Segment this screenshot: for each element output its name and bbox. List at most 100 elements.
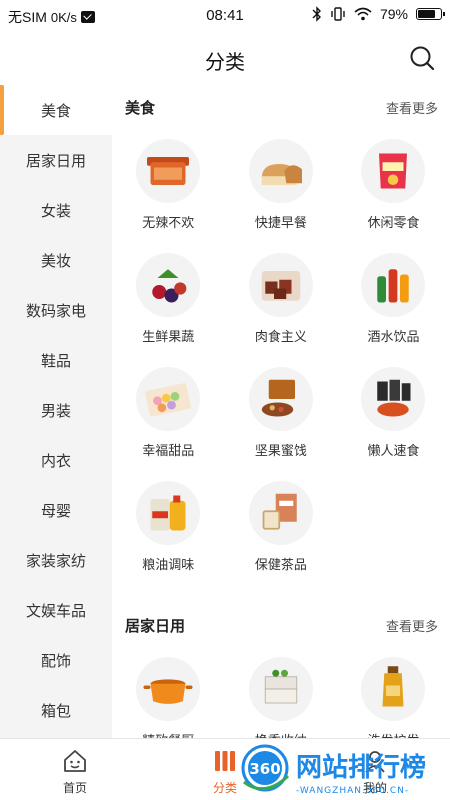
subcategory-grid: 精致餐厨 换季收纳 洗发护发: [112, 647, 450, 738]
subcategory-item[interactable]: 坚果蜜饯: [225, 357, 338, 471]
sidebar-item-label: 美食: [40, 102, 71, 120]
svg-text:-WANGZHAN.360.CN-: -WANGZHAN.360.CN-: [296, 786, 409, 796]
sidebar-item[interactable]: 居家日用: [0, 135, 112, 185]
sidebar-item-label: 女装: [40, 202, 71, 220]
pot-icon: [143, 679, 193, 704]
subcategory-label: 保健茶品: [254, 557, 307, 572]
section-header: 居家日用 查看更多: [112, 603, 450, 647]
battery-level: [418, 10, 435, 18]
sidebar-item-label: 配饰: [40, 652, 71, 670]
sidebar-item-label: 居家日用: [25, 152, 86, 170]
section-header: 美食 查看更多: [112, 85, 450, 129]
subcategory-panel: 美食 查看更多 无辣不欢快捷早餐 休闲零食生鲜果蔬 肉食主义 酒水饮品幸福甜品 坚果蜜饯 懒人…: [112, 85, 450, 738]
subcategory-label: 洗发护发: [367, 730, 419, 738]
battery-icon: [416, 8, 445, 20]
subcategory-thumbnail: [136, 253, 201, 317]
svg-text:网站排行榜: 网站排行榜: [296, 752, 426, 783]
category-sidebar: 美食居家日用女装美妆数码家电鞋品男装 内衣 母婴家装家纺文娱车品配饰箱包: [0, 85, 112, 738]
vibrate-icon: [331, 7, 345, 21]
sidebar-item-label: 数码家电: [25, 302, 86, 320]
subcategory-grid: 无辣不欢 快捷早餐 休闲零食生鲜果蔬 肉食主义 酒水饮品幸福甜品 坚果蜜饯 懒人速食粮油调味…: [112, 129, 450, 585]
bluetooth-icon: [312, 6, 321, 22]
sidebar-item[interactable]: 文娱车品: [0, 585, 112, 635]
subcategory-label: 酒水饮品: [367, 329, 420, 344]
subcategory-label: 休闲零食: [367, 215, 420, 230]
subcategory-thumbnail: [136, 367, 201, 431]
bread-icon: [261, 164, 302, 185]
subcategory-item[interactable]: 洗发护发: [337, 647, 450, 738]
sidebar-item[interactable]: 美食: [0, 85, 112, 135]
section-title: 居家日用: [125, 617, 186, 635]
subcategory-thumbnail: [136, 481, 201, 545]
subcategory-label: 精致餐厨: [142, 730, 194, 738]
sidebar-item[interactable]: 数码家电: [0, 285, 112, 335]
subcategory-item[interactable]: 无辣不欢: [112, 129, 225, 243]
sidebar-item[interactable]: 箱包: [0, 685, 112, 735]
subcategory-label: 肉食主义: [254, 329, 307, 344]
sidebar-item-label: 美妆: [40, 252, 71, 270]
subcategory-thumbnail: [361, 367, 426, 431]
subcategory-item[interactable]: 换季收纳: [225, 647, 338, 738]
subcategory-label: 换季收纳: [255, 730, 307, 738]
watermark-logo: 360 网站排行榜 -WANGZHAN.360.CN-: [241, 744, 426, 796]
sidebar-item[interactable]: 男装: [0, 385, 112, 435]
subcategory-item[interactable]: 精致餐厨: [112, 647, 225, 738]
subcategory-item[interactable]: 粮油调味: [112, 471, 225, 585]
sidebar-item[interactable]: 女装: [0, 185, 112, 235]
subcategory-thumbnail: [136, 139, 201, 203]
subcategory-label: 生鲜果蔬: [142, 329, 195, 344]
header: 分类: [0, 32, 450, 84]
subcategory-thumbnail: [248, 657, 313, 721]
nuts-icon: [261, 379, 295, 417]
subcategory-item[interactable]: 保健茶品: [225, 471, 338, 585]
sidebar-item[interactable]: 家装家纺: [0, 535, 112, 585]
subcategory-thumbnail: [361, 657, 426, 721]
wifi-icon: [354, 7, 372, 21]
bottles-icon: [377, 269, 410, 303]
subcategory-item[interactable]: 酒水饮品: [337, 243, 450, 357]
subcategory-thumbnail: [361, 253, 426, 317]
sidebar-item-label: 箱包: [40, 702, 71, 720]
page-title: 分类: [205, 52, 245, 74]
tab-home-label: 首页: [62, 781, 87, 795]
subcategory-thumbnail: [248, 481, 313, 545]
subcategory-item[interactable]: 肉食主义: [225, 243, 338, 357]
sidebar-item[interactable]: 母婴: [0, 485, 112, 535]
subcategory-item[interactable]: 懒人速食: [337, 357, 450, 471]
sidebar-item[interactable]: 内衣: [0, 435, 112, 485]
search-icon[interactable]: [408, 44, 436, 72]
subcategory-thumbnail: [248, 139, 313, 203]
subcategory-item[interactable]: 生鲜果蔬: [112, 243, 225, 357]
shampoo-icon: [382, 666, 404, 707]
sidebar-item-label: 鞋品: [40, 352, 71, 370]
sidebar-item-label: 文娱车品: [25, 602, 86, 620]
view-more-link[interactable]: 查看更多: [386, 616, 438, 635]
subcategory-thumbnail: [361, 139, 426, 203]
view-more-link[interactable]: 查看更多: [386, 98, 438, 117]
subcategory-label: 快捷早餐: [254, 215, 307, 230]
rice-oil-icon: [150, 495, 186, 531]
chips-bag-icon: [379, 153, 408, 189]
status-bar: 无SIM 0K/s 08:41 79%: [0, 0, 450, 32]
subcategory-item[interactable]: 幸福甜品: [112, 357, 225, 471]
tab-category-label: 分类: [212, 781, 237, 795]
subcategory-label: 坚果蜜饯: [254, 443, 307, 458]
subcategory-thumbnail: [136, 657, 201, 721]
tab-home[interactable]: 首页: [0, 739, 150, 800]
macarons-icon: [145, 383, 192, 417]
subcategory-item[interactable]: 快捷早餐: [225, 129, 338, 243]
tea-icon: [262, 493, 297, 530]
subcategory-label: 懒人速食: [367, 443, 420, 458]
subcategory-thumbnail: [248, 367, 313, 431]
subcategory-item[interactable]: 休闲零食: [337, 129, 450, 243]
berries-icon: [152, 269, 187, 303]
sidebar-item[interactable]: 美妆: [0, 235, 112, 285]
subcategory-label: 幸福甜品: [142, 443, 195, 458]
spicy-snacks-icon: [147, 157, 190, 185]
storage-box-icon: [264, 669, 298, 704]
sidebar-item[interactable]: 配饰: [0, 635, 112, 685]
sidebar-item-label: 家装家纺: [25, 552, 86, 570]
sidebar-item[interactable]: 鞋品: [0, 335, 112, 385]
battery-text: 79%: [379, 6, 408, 22]
